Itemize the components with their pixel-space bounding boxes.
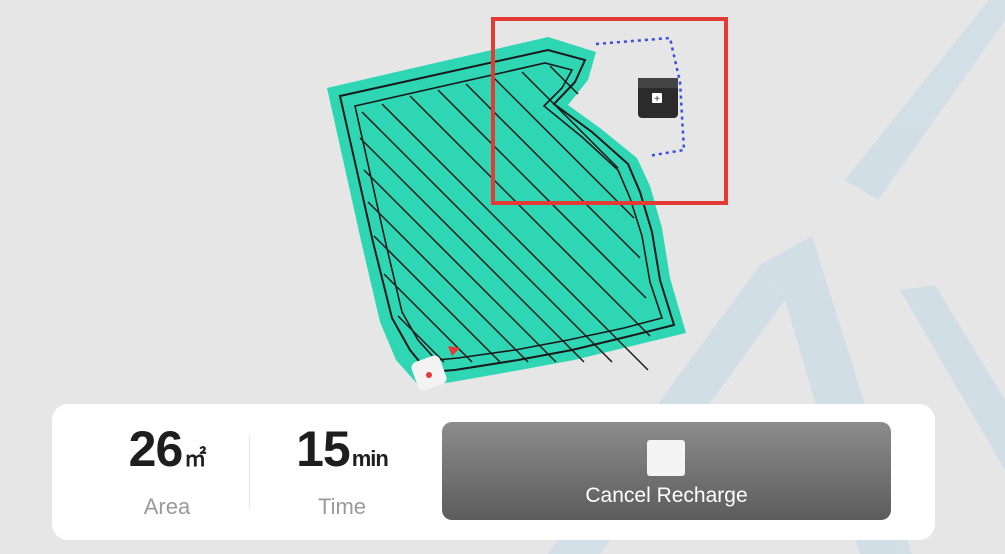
time-label: Time: [317, 494, 367, 519]
time-unit: min: [351, 446, 389, 471]
status-panel: 26㎡ Area 15min Time Cancel Recharge: [52, 404, 935, 540]
cancel-recharge-label: Cancel Recharge: [585, 484, 748, 507]
svg-text:+: +: [654, 94, 660, 105]
cancel-recharge-button[interactable]: Cancel Recharge: [442, 422, 891, 520]
area-value: 26: [128, 421, 184, 477]
time-stat: 15min Time: [277, 420, 407, 520]
stop-icon: [647, 440, 685, 476]
area-stat: 26㎡ Area: [112, 420, 222, 520]
area-label: Area: [143, 494, 191, 519]
area-unit: ㎡: [184, 446, 206, 471]
time-value: 15: [296, 421, 351, 477]
stat-divider: [249, 436, 250, 508]
charging-station-icon[interactable]: +: [638, 78, 678, 118]
